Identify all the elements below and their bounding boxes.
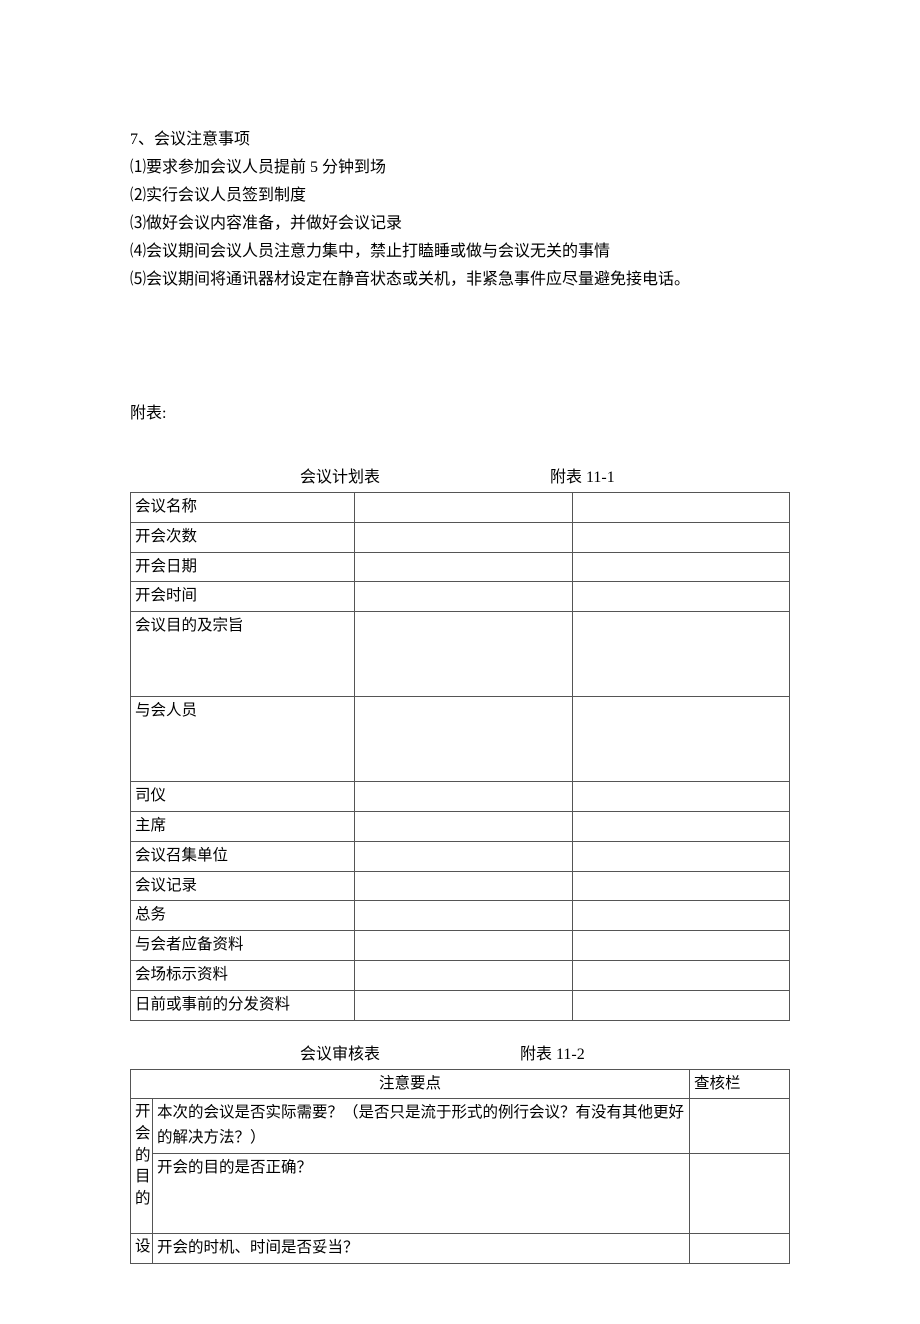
- t2-point: 开会的目的是否正确？: [153, 1153, 690, 1233]
- table2-title-row: 会议审核表 附表 11-2: [130, 1041, 790, 1069]
- t1-cell: [572, 697, 789, 782]
- table2-appendix: 附表 11-2: [520, 1041, 585, 1069]
- table1-appendix: 附表 11-1: [550, 464, 615, 492]
- t1-row-label: 会场标示资料: [131, 960, 355, 990]
- t1-cell: [355, 901, 572, 931]
- t1-row-label: 与会者应备资料: [131, 931, 355, 961]
- t1-cell: [572, 612, 789, 697]
- table1-title: 会议计划表: [300, 464, 380, 492]
- t1-row-label: 开会时间: [131, 582, 355, 612]
- t1-cell: [572, 782, 789, 812]
- t2-check-cell: [690, 1233, 790, 1263]
- note-item-1: ⑴要求参加会议人员提前 5 分钟到场: [130, 154, 790, 182]
- t2-point: 开会的时机、时间是否妥当？: [153, 1233, 690, 1263]
- t1-row-label: 司仪: [131, 782, 355, 812]
- t1-cell: [355, 990, 572, 1020]
- t1-row-label: 会议召集单位: [131, 841, 355, 871]
- t2-check-cell: [690, 1153, 790, 1233]
- t1-row-label: 开会次数: [131, 522, 355, 552]
- t2-group1-label: 开 会 的 目 的: [131, 1099, 153, 1234]
- t1-cell: [355, 552, 572, 582]
- t1-cell: [572, 493, 789, 523]
- t1-cell: [572, 931, 789, 961]
- t2-group2-label: 设: [131, 1233, 153, 1263]
- note-item-5: ⑸会议期间将通讯器材设定在静音状态或关机，非紧急事件应尽量避免接电话。: [130, 266, 790, 294]
- t1-row-label: 会议名称: [131, 493, 355, 523]
- t1-cell: [355, 493, 572, 523]
- t1-cell: [572, 841, 789, 871]
- t1-cell: [572, 582, 789, 612]
- t1-cell: [572, 990, 789, 1020]
- t1-cell: [572, 552, 789, 582]
- t1-row-label: 日前或事前的分发资料: [131, 990, 355, 1020]
- t1-cell: [355, 871, 572, 901]
- t1-row-label: 会议目的及宗旨: [131, 612, 355, 697]
- t2-point: 本次的会议是否实际需要？（是否只是流于形式的例行会议？有没有其他更好的解决方法？…: [153, 1099, 690, 1154]
- t1-row-label: 总务: [131, 901, 355, 931]
- t1-cell: [572, 901, 789, 931]
- meeting-plan-table: 会议名称 开会次数 开会日期 开会时间 会议目的及宗旨 与会人员 司仪 主席 会…: [130, 492, 790, 1021]
- t1-cell: [355, 811, 572, 841]
- t1-cell: [572, 522, 789, 552]
- t1-cell: [572, 871, 789, 901]
- t1-row-label: 与会人员: [131, 697, 355, 782]
- t1-cell: [355, 960, 572, 990]
- t1-cell: [355, 612, 572, 697]
- t1-row-label: 会议记录: [131, 871, 355, 901]
- t1-cell: [572, 811, 789, 841]
- meeting-review-table: 注意要点 查核栏 开 会 的 目 的 本次的会议是否实际需要？（是否只是流于形式…: [130, 1069, 790, 1264]
- t1-cell: [572, 960, 789, 990]
- note-item-4: ⑷会议期间会议人员注意力集中，禁止打瞌睡或做与会议无关的事情: [130, 238, 790, 266]
- appendix-label: 附表:: [130, 400, 790, 428]
- t2-header-check: 查核栏: [690, 1069, 790, 1099]
- note-item-2: ⑵实行会议人员签到制度: [130, 182, 790, 210]
- t1-row-label: 开会日期: [131, 552, 355, 582]
- t1-row-label: 主席: [131, 811, 355, 841]
- t1-cell: [355, 931, 572, 961]
- note-item-3: ⑶做好会议内容准备，并做好会议记录: [130, 210, 790, 238]
- t2-check-cell: [690, 1099, 790, 1154]
- section-title: 7、会议注意事项: [130, 126, 790, 154]
- t1-cell: [355, 841, 572, 871]
- t1-cell: [355, 582, 572, 612]
- table2-title: 会议审核表: [300, 1041, 380, 1069]
- t2-header-points: 注意要点: [131, 1069, 690, 1099]
- t1-cell: [355, 522, 572, 552]
- t1-cell: [355, 782, 572, 812]
- t1-cell: [355, 697, 572, 782]
- table1-title-row: 会议计划表 附表 11-1: [130, 464, 790, 492]
